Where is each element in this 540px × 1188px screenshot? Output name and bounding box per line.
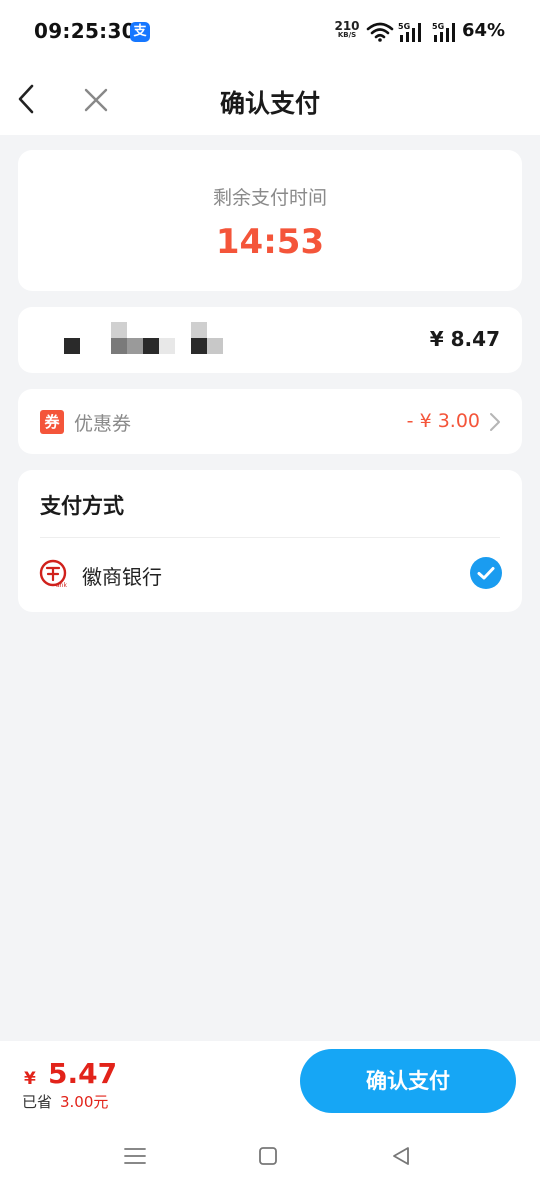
svg-text:ank: ank	[56, 582, 67, 588]
saved-label: 已省	[22, 1093, 53, 1111]
page-title: 确认支付	[219, 89, 320, 118]
bank-name: 徽商银行	[82, 565, 162, 589]
payment-method-card: 支付方式 ank 徽商银行	[18, 470, 522, 612]
payment-method-title: 支付方式	[40, 494, 124, 518]
status-bar: 09:25:30 支 210 KB/S 5G 5G 64%	[0, 0, 540, 64]
menu-icon[interactable]	[124, 1146, 146, 1166]
saved-value: 3.00元	[60, 1093, 109, 1111]
back-triangle-icon[interactable]	[390, 1145, 412, 1167]
home-icon[interactable]	[258, 1146, 278, 1166]
bottom-bar: ¥ 5.47 已省 3.00元 确认支付	[0, 1041, 540, 1188]
coupon-discount: - ¥ 3.00	[406, 410, 480, 432]
status-time: 09:25:30	[34, 19, 136, 43]
bank-option[interactable]: ank 徽商银行	[18, 538, 522, 612]
coupon-label: 优惠券	[74, 413, 132, 435]
net-speed-unit: KB/S	[337, 31, 357, 39]
merchant-card: ¥ 8.47	[18, 307, 522, 373]
signal-icon: 5G	[398, 22, 421, 42]
chevron-right-icon	[490, 413, 500, 431]
selected-check[interactable]	[470, 557, 502, 589]
wifi-icon	[366, 22, 394, 42]
total-amount: 5.47	[48, 1057, 118, 1090]
signal-label: 5G	[432, 22, 444, 31]
signal-icon: 5G	[432, 22, 455, 42]
coupon-icon: 券	[40, 410, 64, 434]
checkmark-icon	[477, 567, 495, 580]
timer-label: 剩余支付时间	[212, 187, 327, 209]
signal-label: 5G	[398, 22, 410, 31]
merchant-name-blurred	[58, 321, 258, 361]
confirm-pay-button[interactable]: 确认支付	[300, 1049, 516, 1113]
battery-level: 64%	[462, 20, 506, 41]
order-amount: ¥ 8.47	[429, 327, 500, 351]
coupon-row[interactable]: 券 优惠券 - ¥ 3.00	[18, 389, 522, 454]
total-currency: ¥	[24, 1069, 36, 1089]
alipay-icon: 支	[130, 22, 150, 42]
net-speed: 210 KB/S	[334, 20, 360, 39]
timer-card: 剩余支付时间 14:53	[18, 150, 522, 291]
timer-value: 14:53	[215, 222, 325, 262]
bank-logo-icon: ank	[39, 559, 67, 588]
header: 确认支付	[0, 64, 540, 135]
